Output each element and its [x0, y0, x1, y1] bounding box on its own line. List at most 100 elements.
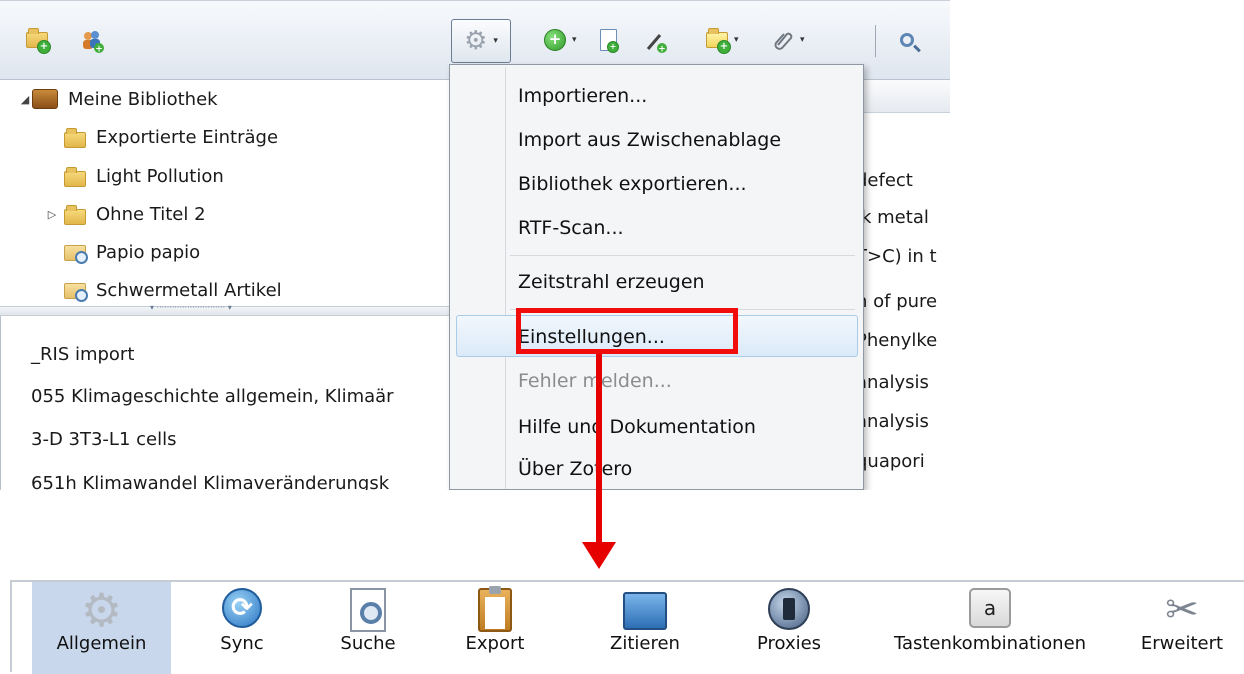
menu-item-export-library[interactable]: Bibliothek exportieren...: [518, 173, 747, 195]
folder-open-icon: [623, 588, 667, 632]
menu-item-import-clipboard[interactable]: Import aus Zwischenablage: [518, 129, 781, 151]
menu-item-rtf-scan[interactable]: RTF-Scan...: [518, 217, 624, 239]
item-row[interactable]: analysis: [856, 411, 929, 432]
pane-label: Proxies: [756, 633, 822, 654]
item-row[interactable]: quapori: [856, 451, 925, 472]
saved-search-icon: [64, 281, 88, 302]
menu-item-report-errors: Fehler melden...: [518, 370, 672, 392]
pane-label: Zitieren: [610, 633, 680, 654]
tree-item-label: Papio papio: [96, 241, 201, 263]
tag-item[interactable]: 3-D 3T3-L1 cells: [31, 429, 176, 450]
actions-menu: Importieren... Import aus Zwischenablage…: [449, 64, 864, 490]
collapse-triangle-icon[interactable]: ◢: [18, 93, 32, 106]
gear-icon: ⚙: [80, 583, 123, 637]
annotation-arrow-shaft: [596, 354, 602, 564]
tree-item-collection[interactable]: Light Pollution: [64, 157, 224, 195]
actions-button[interactable]: ⚙ ▾: [451, 19, 511, 63]
proxy-door-icon: [768, 588, 810, 632]
new-group-button[interactable]: +: [80, 23, 104, 57]
new-note-button[interactable]: + ▾: [706, 23, 739, 57]
menu-separator: [510, 255, 855, 256]
tree-item-collection[interactable]: Exportierte Einträge: [64, 118, 278, 156]
clipboard-icon: [478, 586, 512, 632]
tree-item-label: Schwermetall Artikel: [96, 279, 282, 301]
gear-icon: ⚙: [464, 26, 488, 56]
pane-label: Allgemein: [56, 633, 147, 654]
menu-item-create-timeline[interactable]: Zeitstrahl erzeugen: [518, 271, 705, 293]
tree-item-saved-search[interactable]: Papio papio: [64, 233, 200, 271]
tab-sync[interactable]: ⟳ Sync: [187, 582, 297, 674]
tools-icon: ✂: [1165, 587, 1199, 633]
tree-item-label: Exportierte Einträge: [96, 126, 279, 148]
add-attachment-button[interactable]: ▾: [772, 23, 805, 57]
tree-item-label: Light Pollution: [96, 165, 224, 187]
new-collection-button[interactable]: +: [26, 23, 51, 57]
folder-icon: [64, 167, 86, 187]
new-item-button[interactable]: + ▾: [544, 23, 577, 57]
svg-text:+: +: [95, 45, 103, 54]
item-row[interactable]: defect: [856, 170, 913, 191]
keyboard-key-icon: a: [969, 588, 1011, 632]
pane-label: Sync: [220, 633, 264, 654]
document-icon: +: [600, 29, 619, 53]
folder-icon: [64, 205, 86, 225]
pane-label: Tastenkombinationen: [893, 633, 1087, 654]
menu-item-help[interactable]: Hilfe und Dokumentation: [518, 416, 756, 438]
tab-advanced[interactable]: ✂ Erweitert: [1124, 582, 1240, 674]
search-button[interactable]: [900, 23, 914, 57]
highlight-box: [516, 308, 738, 354]
collection-tree: ◢ Meine Bibliothek Exportierte Einträge …: [0, 80, 450, 306]
expand-triangle-icon[interactable]: ▷: [40, 208, 64, 221]
folder-plus-icon: +: [26, 28, 51, 54]
magic-wand-button[interactable]: +: [644, 23, 667, 57]
add-by-identifier-button[interactable]: +: [600, 23, 619, 57]
wand-icon: +: [644, 29, 667, 55]
svg-text:+: +: [658, 45, 666, 54]
tab-search[interactable]: Suche: [308, 582, 428, 674]
search-document-icon: [350, 588, 386, 632]
green-plus-icon: +: [544, 29, 566, 51]
tag-item[interactable]: 651h Klimawandel Klimaveränderungsk: [31, 473, 389, 490]
folder-icon: [64, 128, 86, 148]
preferences-pane-toolbar: ⚙ Allgemein ⟳ Sync Suche Export Zitieren…: [10, 580, 1244, 674]
saved-search-icon: [64, 243, 88, 264]
tab-export[interactable]: Export: [430, 582, 560, 674]
sync-icon: ⟳: [222, 588, 262, 632]
paperclip-icon: [772, 29, 794, 51]
tag-item[interactable]: _RIS import: [31, 344, 134, 365]
library-icon: [32, 89, 58, 109]
pane-label: Export: [465, 633, 525, 654]
item-row[interactable]: n of pure: [856, 291, 937, 312]
item-row[interactable]: lk metal: [856, 207, 929, 228]
tree-item-collection[interactable]: ▷ Ohne Titel 2: [40, 195, 206, 233]
tab-shortcuts[interactable]: a Tastenkombinationen: [870, 582, 1110, 674]
tab-general[interactable]: ⚙ Allgemein: [32, 582, 171, 674]
chevron-down-icon: ▾: [734, 35, 739, 45]
toolbar-separator: [875, 25, 876, 57]
note-icon: +: [706, 28, 731, 54]
tab-proxies[interactable]: Proxies: [724, 582, 854, 674]
item-row[interactable]: Phenylke: [856, 330, 937, 351]
magnifier-icon: [900, 33, 914, 47]
annotation-arrow-head-icon: [582, 542, 616, 569]
pane-label: Suche: [340, 633, 396, 654]
zotero-main-window: + + ⚙ ▾ + ▾ + + + ▾ ▾ ◢ Meine Bibliothek…: [0, 0, 950, 490]
chevron-down-icon: ▾: [493, 36, 498, 46]
pane-label: Erweitert: [1140, 633, 1224, 654]
item-row[interactable]: T>C) in t: [856, 246, 937, 267]
tree-item-label: Ohne Titel 2: [96, 203, 206, 225]
menu-item-import[interactable]: Importieren...: [518, 85, 647, 107]
item-row[interactable]: analysis: [856, 372, 929, 393]
items-list: defect lk metal T>C) in t n of pure Phen…: [855, 80, 950, 490]
items-list-header: [856, 80, 950, 113]
tag-selector: _RIS import 055 Klimageschichte allgemei…: [0, 316, 450, 490]
tree-item-my-library[interactable]: ◢ Meine Bibliothek: [18, 80, 218, 118]
tree-item-label: Meine Bibliothek: [68, 88, 218, 110]
group-plus-icon: +: [80, 29, 104, 55]
chevron-down-icon: ▾: [572, 35, 577, 45]
tag-item[interactable]: 055 Klimageschichte allgemein, Klimaär: [31, 386, 394, 407]
menu-icon-gutter: [505, 67, 506, 489]
tab-cite[interactable]: Zitieren: [580, 582, 710, 674]
pane-splitter[interactable]: [0, 303, 450, 316]
menu-item-about[interactable]: Über Zotero: [518, 458, 632, 480]
